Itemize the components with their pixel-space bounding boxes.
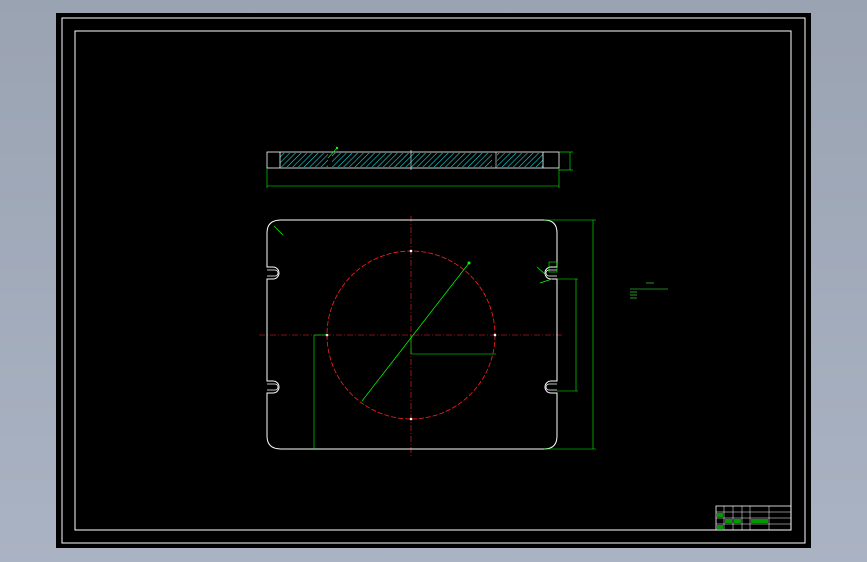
cad-drawing [61,17,806,544]
section-hatch-mid [332,153,492,167]
section-view [266,146,573,188]
bolt-hole-bottom [409,417,413,421]
inner-border [74,30,792,531]
bolt-hole-top [409,249,413,253]
slot-bottom-left [267,383,279,391]
diameter-leader-dot [467,261,471,265]
section-leader-dot [335,146,339,150]
slot-top-left [267,269,279,277]
tb-fill-4 [751,519,768,523]
drawing-sheet [56,13,811,548]
technical-notes [630,282,668,299]
diameter-leader [361,262,470,402]
section-hatch-right [497,153,543,167]
title-block [715,505,792,531]
plate-outline [266,219,558,450]
corner-radius-leader [273,225,284,236]
slot-bottom-right [545,383,557,391]
tb-fill-2 [725,519,732,523]
plan-view [259,216,596,458]
outer-border [61,17,806,544]
slot-top-right [545,269,557,277]
section-hatch-left [280,153,328,167]
slot-leader-2 [539,278,553,284]
tb-fill-3 [734,519,741,523]
tb-fill-5 [717,525,723,529]
slot-leader [536,266,547,276]
tb-fill-1 [717,513,723,517]
bolt-hole-right [493,333,497,337]
